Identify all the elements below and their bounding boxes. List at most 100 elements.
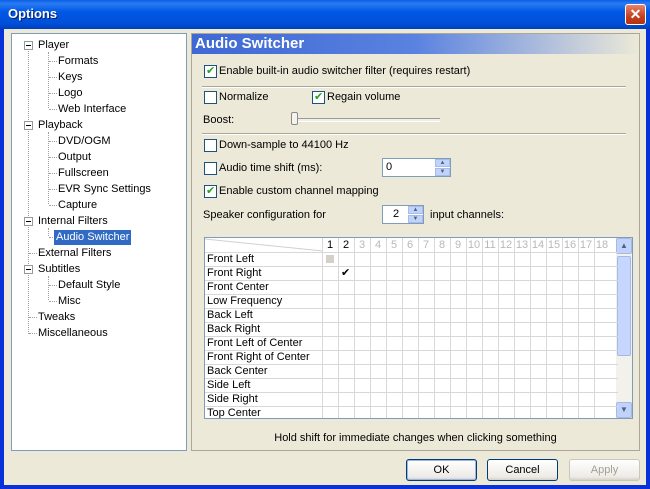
boost-slider-thumb[interactable]: [291, 112, 298, 125]
tree-item-capture[interactable]: Capture: [56, 198, 99, 213]
tree-item-external-filters[interactable]: External Filters: [36, 246, 113, 261]
grid-column-header: 17: [579, 239, 593, 251]
tree-item-miscellaneous[interactable]: Miscellaneous: [36, 326, 110, 341]
downsample-checkbox[interactable]: [204, 139, 217, 152]
grid-column-line: [338, 238, 339, 418]
grid-column-header: 18: [595, 239, 609, 251]
cancel-button[interactable]: Cancel: [487, 459, 558, 481]
grid-column-line: [402, 238, 403, 418]
speaker-channels-spinner[interactable]: 2 ▲ ▼: [382, 205, 424, 224]
time-shift-value[interactable]: 0: [386, 161, 392, 173]
custom-mapping-checkbox[interactable]: [204, 184, 217, 198]
boost-slider-track[interactable]: [294, 118, 440, 122]
grid-column-line: [514, 238, 515, 418]
channel-mapping-grid[interactable]: ▲ ▼ Front Left Front Right Front Center Low…: [204, 237, 633, 419]
grid-column-header: 1: [326, 239, 334, 251]
speaker-config-label: Speaker configuration for: [203, 209, 326, 221]
tree-item-tweaks[interactable]: Tweaks: [36, 310, 77, 325]
grid-row-label: Front Center: [207, 281, 269, 293]
grid-cell-disabled[interactable]: [326, 255, 334, 263]
separator: [202, 133, 626, 135]
collapse-icon[interactable]: [24, 121, 33, 130]
header-diagonal: [205, 238, 323, 252]
tree-item-internal-filters[interactable]: Internal Filters: [36, 214, 110, 229]
enable-switcher-checkbox[interactable]: [204, 64, 217, 78]
grid-row-label: Top Center: [207, 407, 261, 419]
scroll-thumb[interactable]: [617, 256, 631, 356]
grid-column-line: [466, 238, 467, 418]
tree-item-evr-sync[interactable]: EVR Sync Settings: [56, 182, 153, 197]
spin-up-icon[interactable]: ▲: [408, 206, 423, 214]
options-window: Options ✕ Player Formats Keys Logo Web I…: [0, 0, 650, 489]
collapse-icon[interactable]: [24, 41, 33, 50]
grid-scrollbar[interactable]: ▲ ▼: [616, 238, 632, 418]
grid-column-header: 3: [358, 239, 366, 251]
spin-down-icon[interactable]: ▼: [408, 215, 423, 223]
grid-column-header: 9: [454, 239, 462, 251]
grid-row-label: Front Left of Center: [207, 337, 303, 349]
tree-connector: [48, 276, 49, 300]
tree-item-keys[interactable]: Keys: [56, 70, 84, 85]
enable-switcher-label[interactable]: Enable built-in audio switcher filter (r…: [219, 65, 470, 77]
ok-button[interactable]: OK: [406, 459, 477, 481]
tree-item-misc[interactable]: Misc: [56, 294, 83, 309]
grid-column-header: 16: [563, 239, 577, 251]
speaker-channels-value[interactable]: 2: [393, 208, 399, 220]
page-title: Audio Switcher: [195, 35, 305, 52]
scroll-up-icon[interactable]: ▲: [616, 238, 632, 254]
tree-item-playback[interactable]: Playback: [36, 118, 85, 133]
separator: [202, 86, 626, 88]
grid-column-line: [386, 238, 387, 418]
grid-cell-check-icon[interactable]: ✔: [341, 266, 350, 279]
tree-item-logo[interactable]: Logo: [56, 86, 84, 101]
grid-row-label: Low Frequency: [207, 295, 283, 307]
apply-button[interactable]: Apply: [569, 459, 640, 481]
time-shift-spinner[interactable]: 0 ▲ ▼: [382, 158, 451, 177]
normalize-checkbox[interactable]: [204, 91, 217, 104]
tree-item-default-style[interactable]: Default Style: [56, 278, 122, 293]
custom-mapping-label[interactable]: Enable custom channel mapping: [219, 185, 379, 197]
spin-up-icon[interactable]: ▲: [435, 159, 450, 167]
time-shift-label[interactable]: Audio time shift (ms):: [219, 162, 322, 174]
grid-column-line: [498, 238, 499, 418]
normalize-label[interactable]: Normalize: [219, 91, 269, 103]
grid-column-header: 6: [406, 239, 414, 251]
grid-row-label: Back Right: [207, 323, 261, 335]
tree-connector: [48, 228, 49, 236]
tree-item-web-interface[interactable]: Web Interface: [56, 102, 128, 117]
grid-row-label: Side Left: [207, 379, 251, 391]
tree-item-fullscreen[interactable]: Fullscreen: [56, 166, 111, 181]
grid-row-line: [205, 322, 618, 323]
time-shift-checkbox[interactable]: [204, 162, 217, 175]
tree-item-audio-switcher[interactable]: Audio Switcher: [54, 230, 132, 245]
dialog-client: Player Formats Keys Logo Web Interface P…: [4, 29, 646, 485]
grid-column-line: [434, 238, 435, 418]
scroll-down-icon[interactable]: ▼: [616, 402, 632, 418]
boost-label: Boost:: [203, 114, 235, 126]
close-icon: ✕: [629, 6, 642, 22]
grid-row-label: Front Right: [207, 267, 262, 279]
grid-column-line: [594, 238, 595, 418]
grid-column-header: 10: [467, 239, 481, 251]
collapse-icon[interactable]: [24, 217, 33, 226]
tree-item-formats[interactable]: Formats: [56, 54, 100, 69]
options-tree: Player Formats Keys Logo Web Interface P…: [11, 33, 187, 451]
spin-down-icon[interactable]: ▼: [435, 168, 450, 176]
grid-column-line: [578, 238, 579, 418]
tree-item-dvd-ogm[interactable]: DVD/OGM: [56, 134, 113, 149]
panel-header: Audio Switcher: [192, 34, 639, 54]
tree-item-output[interactable]: Output: [56, 150, 93, 165]
downsample-label[interactable]: Down-sample to 44100 Hz: [219, 139, 349, 151]
regain-volume-label[interactable]: Regain volume: [327, 91, 400, 103]
title-bar[interactable]: Options ✕: [0, 0, 650, 29]
close-button[interactable]: ✕: [625, 4, 646, 25]
regain-volume-checkbox[interactable]: [312, 90, 325, 104]
collapse-icon[interactable]: [24, 265, 33, 274]
grid-row-line: [205, 350, 618, 351]
grid-column-line: [562, 238, 563, 418]
grid-column-header: 4: [374, 239, 382, 251]
tree-item-subtitles[interactable]: Subtitles: [36, 262, 82, 277]
grid-row-line: [205, 406, 618, 407]
tree-item-player[interactable]: Player: [36, 38, 71, 53]
grid-row-line: [205, 308, 618, 309]
